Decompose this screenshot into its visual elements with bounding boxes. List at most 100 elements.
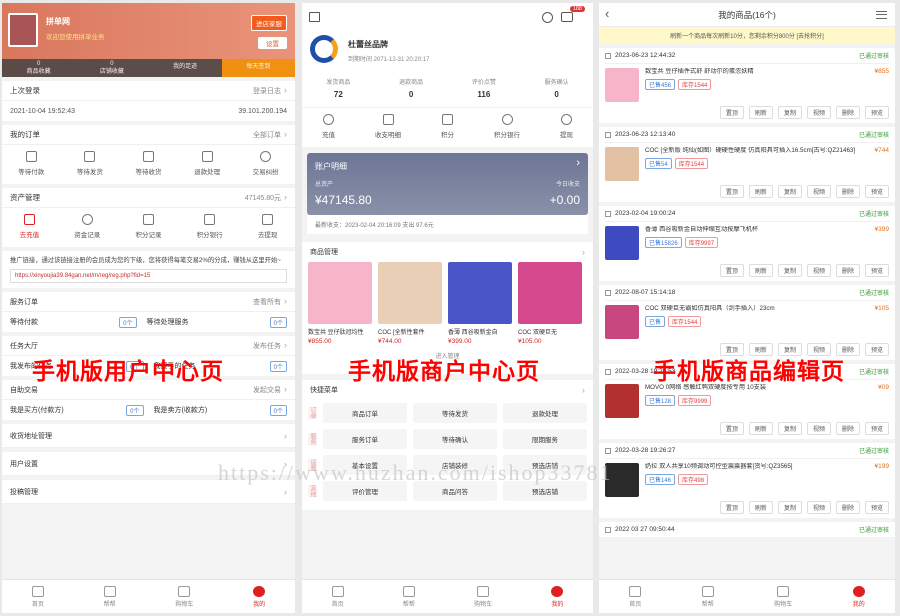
enter-shop-button[interactable]: 进店家服: [251, 15, 287, 31]
order-dispute[interactable]: 交易纠纷: [253, 151, 279, 176]
product-thumbnail[interactable]: [605, 305, 639, 339]
asset-points-records[interactable]: 积分记录: [135, 214, 161, 239]
tab-cart[interactable]: 购物车: [175, 585, 193, 608]
product-name[interactable]: COC [全新版 纯仙(如图）硬硬性硬度 仿真阳具可插入16.5cm[古号:QZ…: [645, 147, 855, 155]
stat-service[interactable]: 服务确认 0: [520, 77, 593, 99]
select-checkbox[interactable]: [605, 289, 611, 296]
order-pending-ship[interactable]: 等待发货: [77, 151, 103, 176]
stat-refund[interactable]: 退款商品 0: [375, 77, 448, 99]
asset-withdraw[interactable]: 去提现: [258, 214, 277, 239]
quick-recharge[interactable]: 充值: [322, 114, 335, 139]
action-button-5[interactable]: 预览: [864, 422, 889, 435]
asset-records[interactable]: 资金记录: [74, 214, 100, 239]
goods-card[interactable]: 数宝共 豆仔肽冠均性 ¥855.00: [308, 262, 372, 345]
asset-points-bank[interactable]: 积分银行: [197, 214, 223, 239]
service-pending-handle[interactable]: 等待处理服务: [147, 317, 189, 327]
tab-help[interactable]: 帮帮: [402, 585, 415, 608]
task-link[interactable]: 发布任务: [253, 340, 287, 351]
action-button-5[interactable]: 预览: [864, 185, 889, 198]
promo-url[interactable]: https://xinyoujia39.84gan.net/m/reg/reg.…: [10, 269, 287, 283]
settings-button[interactable]: 设置: [258, 37, 287, 49]
goods-card[interactable]: 香薄 西谷吸新金自 ¥399.00: [448, 262, 512, 345]
product-name[interactable]: 数宝共 豆仔插件式舒 舒动尔的蛋恣妖精: [645, 68, 754, 76]
action-button-2[interactable]: 复制: [777, 422, 802, 435]
action-button-1[interactable]: 刷新: [748, 501, 773, 514]
tab-home[interactable]: 首页: [629, 585, 641, 608]
select-checkbox[interactable]: [605, 526, 611, 533]
action-button-4[interactable]: 删除: [835, 422, 860, 435]
action-button-3[interactable]: 视频: [806, 422, 831, 435]
goods-card[interactable]: COC [全新性套件 ¥744.00: [378, 262, 442, 345]
product-thumbnail[interactable]: [605, 226, 639, 260]
service-link[interactable]: 查看所有: [253, 296, 287, 307]
assets-total[interactable]: 47145.80元: [245, 192, 287, 203]
order-pending-pay[interactable]: 等待付款: [18, 151, 44, 176]
product-name[interactable]: 奶拉 双人共享10频调动可控型震震器套[货号:QZ3565]: [645, 463, 793, 471]
action-button-3[interactable]: 视频: [806, 501, 831, 514]
menu-icon[interactable]: [876, 11, 887, 19]
auto-link[interactable]: 发起交易: [253, 384, 287, 395]
back-icon[interactable]: [309, 12, 320, 22]
gear-icon[interactable]: [542, 12, 553, 23]
action-button-1[interactable]: 刷新: [748, 264, 773, 277]
menu-item[interactable]: 商品订单: [323, 403, 407, 423]
action-button-3[interactable]: 视频: [806, 185, 831, 198]
menu-chevron[interactable]: [579, 385, 585, 395]
product-thumbnail[interactable]: [605, 147, 639, 181]
account-card[interactable]: 账户明细 › 总资产 今日收支 ¥47145.80 +0.00: [307, 153, 588, 215]
stat-fav-goods[interactable]: 0 商品收藏: [2, 59, 75, 77]
order-pending-receive[interactable]: 等待收货: [135, 151, 161, 176]
auto-buyer[interactable]: 我是买方(付款方): [10, 405, 64, 415]
menu-item[interactable]: 服务订单: [323, 429, 407, 449]
tab-mine[interactable]: 我的: [551, 585, 563, 608]
goods-card[interactable]: COC 双硬巨无 ¥105.00: [518, 262, 582, 345]
service-pending-pay[interactable]: 等待付款: [10, 317, 38, 327]
stat-fav-shops[interactable]: 0 店铺收藏: [75, 59, 148, 77]
action-button-2[interactable]: 复制: [777, 185, 802, 198]
link-address[interactable]: 收货地址管理: [2, 424, 295, 448]
tab-help[interactable]: 帮帮: [103, 585, 116, 608]
action-button-4[interactable]: 删除: [835, 106, 860, 119]
quick-ledger[interactable]: 收支明细: [375, 114, 401, 139]
message-icon[interactable]: [561, 12, 573, 22]
action-button-1[interactable]: 刷新: [748, 422, 773, 435]
action-button-0[interactable]: 置顶: [719, 106, 744, 119]
action-button-4[interactable]: 删除: [835, 501, 860, 514]
action-button-4[interactable]: 删除: [835, 264, 860, 277]
action-button-5[interactable]: 预览: [864, 343, 889, 356]
menu-item[interactable]: 退款处理: [503, 403, 587, 423]
action-button-2[interactable]: 复制: [777, 501, 802, 514]
tab-mine[interactable]: 我的: [253, 585, 265, 608]
menu-item[interactable]: 等待发货: [413, 403, 497, 423]
select-checkbox[interactable]: [605, 131, 611, 138]
action-button-0[interactable]: 置顶: [719, 422, 744, 435]
goods-chevron[interactable]: [579, 247, 585, 257]
tab-cart[interactable]: 购物车: [474, 585, 492, 608]
quick-points-bank[interactable]: 积分银行: [494, 114, 520, 139]
action-button-1[interactable]: 刷新: [748, 106, 773, 119]
product-thumbnail[interactable]: [605, 68, 639, 102]
action-button-5[interactable]: 预览: [864, 501, 889, 514]
tab-home[interactable]: 首页: [31, 585, 44, 608]
tab-cart[interactable]: 购物车: [774, 585, 792, 608]
stat-reviews[interactable]: 评价点赞 116: [448, 77, 521, 99]
auto-seller[interactable]: 我是卖方(收款方): [154, 405, 208, 415]
orders-all-link[interactable]: 全部订单: [253, 129, 287, 140]
select-checkbox[interactable]: [605, 52, 611, 59]
quick-points[interactable]: 积分: [441, 114, 454, 139]
action-button-3[interactable]: 视频: [806, 106, 831, 119]
asset-recharge[interactable]: 去充值: [20, 214, 39, 239]
select-checkbox[interactable]: [605, 447, 611, 454]
select-checkbox[interactable]: [605, 368, 611, 375]
stat-footprint[interactable]: 我的足迹: [149, 59, 222, 77]
quick-withdraw[interactable]: 提现: [560, 114, 573, 139]
action-button-5[interactable]: 预览: [864, 264, 889, 277]
tab-mine[interactable]: 我的: [852, 585, 865, 608]
action-button-1[interactable]: 刷新: [748, 185, 773, 198]
order-refund[interactable]: 退款处理: [194, 151, 220, 176]
select-checkbox[interactable]: [605, 210, 611, 217]
product-name[interactable]: COC 双硬巨无霸如仿真阳具（剑手插入）23cm: [645, 305, 775, 313]
action-button-2[interactable]: 复制: [777, 264, 802, 277]
action-button-2[interactable]: 复制: [777, 106, 802, 119]
tab-help[interactable]: 帮帮: [701, 585, 714, 608]
